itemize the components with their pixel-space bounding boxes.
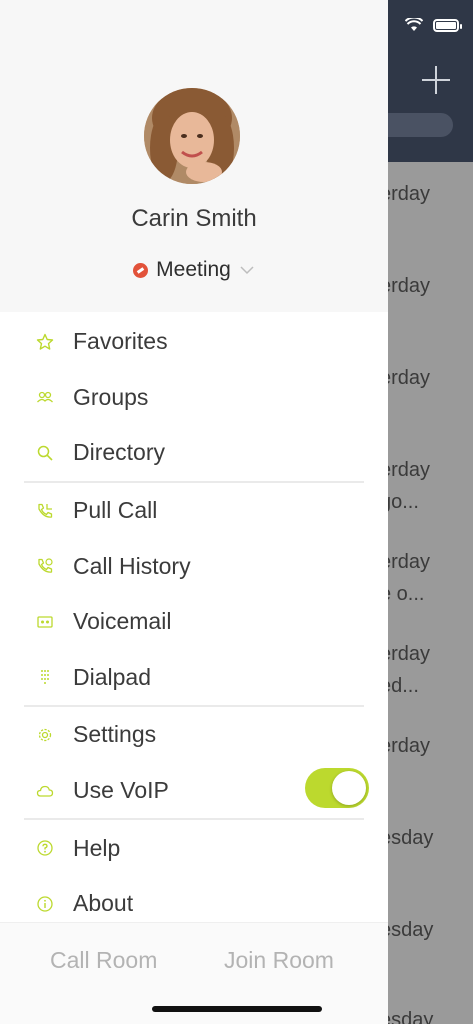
toggle-knob (332, 771, 366, 805)
menu-item-call-history[interactable]: Call History (0, 538, 388, 594)
menu-label: Directory (73, 439, 166, 466)
menu-label: Help (73, 834, 121, 861)
help-icon (35, 838, 55, 858)
presence-label: Meeting (156, 258, 231, 281)
call-history-icon (35, 556, 55, 576)
menu-item-dialpad[interactable]: Dialpad (0, 650, 388, 706)
menu-label: Voicemail (73, 608, 172, 635)
avatar[interactable] (144, 88, 240, 184)
menu-label: Use VoIP (73, 777, 169, 804)
voicemail-icon (35, 612, 55, 632)
battery-icon (433, 18, 462, 32)
status-bar (405, 18, 462, 32)
chevron-down-icon (239, 262, 255, 278)
star-icon (35, 332, 55, 352)
call-room-button[interactable]: Call Room (50, 947, 157, 974)
menu-item-favorites[interactable]: Favorites (0, 314, 388, 370)
pull-call-icon (35, 501, 55, 521)
home-indicator (152, 1006, 322, 1012)
menu-item-help[interactable]: Help (0, 820, 388, 876)
gear-icon (35, 725, 55, 745)
menu-item-pull-call[interactable]: Pull Call (0, 483, 388, 539)
menu-label: Favorites (73, 328, 168, 355)
cloud-icon (35, 781, 55, 801)
list-item: esday (380, 1009, 434, 1024)
menu-label: Settings (73, 721, 157, 748)
plus-icon[interactable] (418, 62, 454, 98)
profile-name: Carin Smith (131, 205, 257, 232)
menu-item-directory[interactable]: Directory (0, 425, 388, 481)
list-item: esday (380, 919, 434, 941)
menu-list: Favorites Groups Directory Pull Call Cal… (0, 314, 388, 932)
menu-label: Pull Call (73, 497, 158, 524)
menu-item-groups[interactable]: Groups (0, 370, 388, 426)
meeting-status-icon (133, 262, 149, 278)
menu-label: Call History (73, 552, 191, 579)
info-icon (35, 894, 55, 914)
voip-toggle[interactable] (305, 768, 369, 808)
list-item: esday (380, 827, 434, 849)
menu-item-voicemail[interactable]: Voicemail (0, 594, 388, 650)
dialpad-icon (35, 667, 55, 687)
presence-selector[interactable]: Meeting (0, 258, 388, 282)
menu-item-settings[interactable]: Settings (0, 707, 388, 763)
menu-label: About (73, 890, 134, 917)
groups-icon (35, 387, 55, 407)
profile-header: Carin Smith Meeting (0, 0, 388, 312)
menu-label: Groups (73, 383, 149, 410)
join-room-button[interactable]: Join Room (224, 947, 334, 974)
menu-label: Dialpad (73, 663, 151, 690)
search-icon (35, 443, 55, 463)
wifi-icon (405, 18, 423, 32)
side-drawer: Carin Smith Meeting Favorites Groups Dir… (0, 0, 388, 1024)
